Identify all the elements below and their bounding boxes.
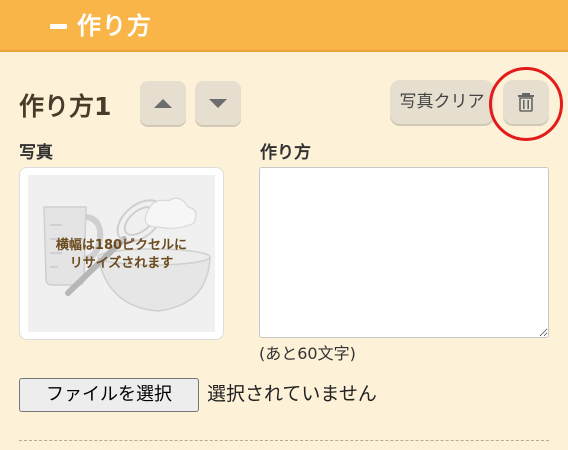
photo-placeholder-line1: 横幅は180ピクセルに: [55, 238, 188, 253]
highlight-ring: [489, 67, 563, 141]
minus-icon[interactable]: [50, 24, 67, 29]
photo-placeholder-line2: リサイズされます: [69, 256, 174, 271]
arrow-down-icon: [209, 98, 227, 108]
section-header: 作り方: [0, 0, 568, 52]
move-down-button[interactable]: [195, 81, 241, 125]
method-textarea[interactable]: [259, 167, 549, 338]
clear-photo-button[interactable]: 写真クリア: [390, 80, 494, 124]
photo-label: 写真: [19, 143, 53, 163]
choose-file-button[interactable]: ファイルを選択: [19, 378, 199, 412]
method-label: 作り方: [260, 143, 311, 163]
file-status: 選択されていません: [207, 383, 377, 405]
step-title: 作り方1: [19, 92, 112, 121]
photo-upload-area[interactable]: 横幅は180ピクセルに リサイズされます: [19, 167, 224, 340]
arrow-up-icon: [154, 98, 172, 108]
move-up-button[interactable]: [140, 81, 186, 125]
char-count: (あと60文字): [259, 344, 356, 363]
section-title: 作り方: [77, 12, 152, 40]
photo-placeholder: 横幅は180ピクセルに リサイズされます: [28, 175, 215, 332]
photo-placeholder-text: 横幅は180ピクセルに リサイズされます: [28, 237, 215, 273]
divider: [19, 440, 549, 441]
